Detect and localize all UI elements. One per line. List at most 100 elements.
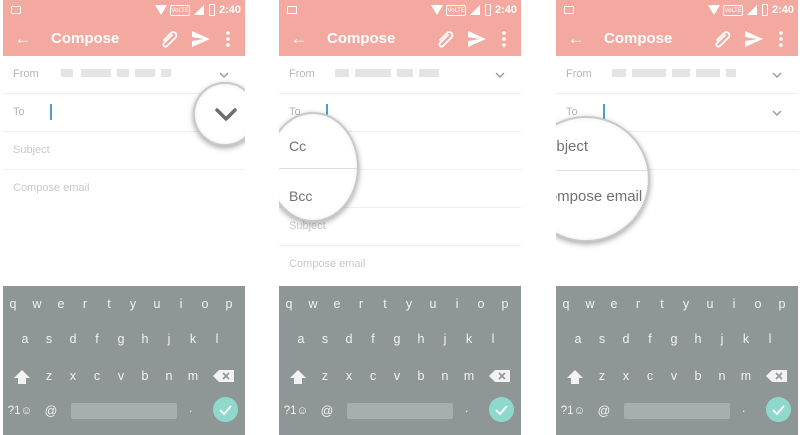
key-i[interactable]: i [173, 294, 189, 314]
key-z[interactable]: z [594, 366, 610, 386]
key-t[interactable]: t [101, 294, 117, 314]
key-r[interactable]: r [353, 294, 369, 314]
back-arrow-icon[interactable]: ← [564, 27, 588, 51]
period-key[interactable]: . [189, 401, 192, 415]
key-v[interactable]: v [113, 366, 129, 386]
shift-icon[interactable] [287, 367, 309, 387]
key-j[interactable]: j [714, 329, 730, 349]
key-n[interactable]: n [437, 366, 453, 386]
key-f[interactable]: f [365, 329, 381, 349]
attach-icon[interactable] [434, 27, 458, 51]
more-vert-icon[interactable] [495, 27, 513, 51]
from-field[interactable]: From [556, 56, 798, 94]
key-q[interactable]: q [5, 294, 21, 314]
key-l[interactable]: l [485, 329, 501, 349]
key-b[interactable]: b [690, 366, 706, 386]
key-k[interactable]: k [185, 329, 201, 349]
key-o[interactable]: o [473, 294, 489, 314]
key-t[interactable]: t [377, 294, 393, 314]
body-field[interactable]: Compose email [279, 246, 521, 284]
key-h[interactable]: h [137, 329, 153, 349]
key-d[interactable]: d [65, 329, 81, 349]
key-f[interactable]: f [642, 329, 658, 349]
key-o[interactable]: o [197, 294, 213, 314]
key-a[interactable]: a [17, 329, 33, 349]
key-a[interactable]: a [293, 329, 309, 349]
chevron-down-icon[interactable] [217, 68, 231, 82]
key-u[interactable]: u [425, 294, 441, 314]
at-key[interactable]: @ [43, 401, 59, 421]
key-z[interactable]: z [317, 366, 333, 386]
symbols-key[interactable]: ?1☺ [560, 401, 586, 421]
symbols-key[interactable]: ?1☺ [7, 401, 33, 421]
key-y[interactable]: y [678, 294, 694, 314]
key-g[interactable]: g [113, 329, 129, 349]
key-e[interactable]: e [606, 294, 622, 314]
key-g[interactable]: g [666, 329, 682, 349]
from-field[interactable]: From [279, 56, 521, 94]
key-m[interactable]: m [185, 366, 201, 386]
key-p[interactable]: p [497, 294, 513, 314]
key-e[interactable]: e [53, 294, 69, 314]
at-key[interactable]: @ [596, 401, 612, 421]
attach-icon[interactable] [158, 27, 182, 51]
at-key[interactable]: @ [319, 401, 335, 421]
key-d[interactable]: d [341, 329, 357, 349]
period-key[interactable]: . [742, 401, 745, 415]
body-field[interactable]: Compose email [3, 170, 245, 208]
key-h[interactable]: h [690, 329, 706, 349]
more-vert-icon[interactable] [772, 27, 790, 51]
key-d[interactable]: d [618, 329, 634, 349]
key-w[interactable]: w [582, 294, 598, 314]
check-icon[interactable] [213, 397, 238, 422]
key-b[interactable]: b [413, 366, 429, 386]
key-k[interactable]: k [461, 329, 477, 349]
key-w[interactable]: w [305, 294, 321, 314]
key-r[interactable]: r [630, 294, 646, 314]
key-a[interactable]: a [570, 329, 586, 349]
key-x[interactable]: x [65, 366, 81, 386]
key-v[interactable]: v [666, 366, 682, 386]
check-icon[interactable] [766, 397, 791, 422]
space-key[interactable] [347, 403, 453, 419]
key-l[interactable]: l [762, 329, 778, 349]
key-n[interactable]: n [714, 366, 730, 386]
key-s[interactable]: s [317, 329, 333, 349]
back-arrow-icon[interactable]: ← [287, 27, 311, 51]
key-q[interactable]: q [558, 294, 574, 314]
key-s[interactable]: s [41, 329, 57, 349]
chevron-down-icon[interactable] [211, 102, 241, 128]
key-c[interactable]: c [365, 366, 381, 386]
key-n[interactable]: n [161, 366, 177, 386]
attach-icon[interactable] [711, 27, 735, 51]
send-icon[interactable] [189, 27, 213, 51]
key-o[interactable]: o [750, 294, 766, 314]
key-i[interactable]: i [726, 294, 742, 314]
shift-icon[interactable] [11, 367, 33, 387]
check-icon[interactable] [489, 397, 514, 422]
key-f[interactable]: f [89, 329, 105, 349]
key-x[interactable]: x [341, 366, 357, 386]
period-key[interactable]: . [465, 401, 468, 415]
key-h[interactable]: h [413, 329, 429, 349]
key-q[interactable]: q [281, 294, 297, 314]
backspace-icon[interactable] [487, 366, 513, 386]
key-p[interactable]: p [221, 294, 237, 314]
key-w[interactable]: w [29, 294, 45, 314]
key-z[interactable]: z [41, 366, 57, 386]
chevron-down-icon[interactable] [493, 68, 507, 82]
chevron-down-icon[interactable] [770, 106, 784, 120]
key-u[interactable]: u [702, 294, 718, 314]
send-icon[interactable] [742, 27, 766, 51]
key-k[interactable]: k [738, 329, 754, 349]
key-y[interactable]: y [401, 294, 417, 314]
symbols-key[interactable]: ?1☺ [283, 401, 309, 421]
key-b[interactable]: b [137, 366, 153, 386]
key-v[interactable]: v [389, 366, 405, 386]
more-vert-icon[interactable] [219, 27, 237, 51]
key-e[interactable]: e [329, 294, 345, 314]
key-j[interactable]: j [437, 329, 453, 349]
key-t[interactable]: t [654, 294, 670, 314]
key-g[interactable]: g [389, 329, 405, 349]
backspace-icon[interactable] [764, 366, 790, 386]
